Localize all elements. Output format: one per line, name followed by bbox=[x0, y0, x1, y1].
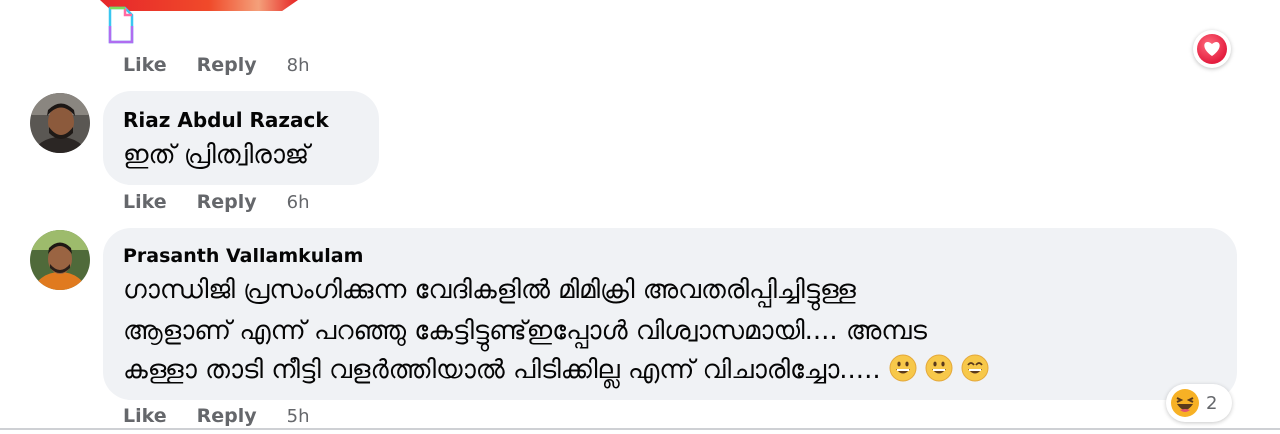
file-icon bbox=[107, 6, 135, 44]
comment-text-line: ആളാണ് എന്ന് പറഞ്ഞു കേട്ടിട്ടുണ്ട്ഇപ്പോൾ … bbox=[123, 316, 927, 346]
reply-button[interactable]: Reply bbox=[197, 54, 257, 76]
reply-button[interactable]: Reply bbox=[197, 191, 257, 213]
grinning-emoji-icon bbox=[889, 354, 917, 382]
reaction-summary[interactable]: 2 bbox=[1166, 384, 1232, 422]
comment-time[interactable]: 5h bbox=[287, 406, 310, 427]
comment-actions: Like Reply 6h bbox=[123, 191, 310, 213]
comment-text-line: കള്ളാ താടി നീട്ടി വളർത്തിയാൽ പിടിക്കില്ല… bbox=[123, 355, 881, 385]
comment-text-line-with-emojis: കള്ളാ താടി നീട്ടി വളർത്തിയാൽ പിടിക്കില്ല… bbox=[123, 354, 989, 386]
avatar[interactable] bbox=[30, 93, 90, 153]
reply-button[interactable]: Reply bbox=[197, 405, 257, 427]
reaction-summary[interactable] bbox=[1193, 30, 1231, 68]
heart-reaction-icon bbox=[1197, 34, 1227, 64]
comment-time[interactable]: 6h bbox=[287, 192, 310, 213]
comment-time[interactable]: 8h bbox=[287, 55, 310, 76]
like-button[interactable]: Like bbox=[123, 405, 167, 427]
comment-actions: Like Reply 5h bbox=[123, 405, 310, 427]
comment-author[interactable]: Prasanth Vallamkulam bbox=[123, 245, 363, 267]
like-button[interactable]: Like bbox=[123, 191, 167, 213]
comment-actions: Like Reply 8h bbox=[123, 54, 310, 76]
grinning-emoji-icon bbox=[925, 354, 953, 382]
comment-text-line: ഗാന്ധിജി പ്രസംഗിക്കുന്ന വേദികളിൽ മിമിക്ര… bbox=[123, 275, 856, 305]
reaction-count: 2 bbox=[1206, 392, 1218, 414]
comment-author[interactable]: Riaz Abdul Razack bbox=[123, 108, 329, 132]
laughing-reaction-icon bbox=[1171, 389, 1199, 417]
comment-text: ഇത് പ്രിത്വിരാജ് bbox=[123, 140, 310, 170]
like-button[interactable]: Like bbox=[123, 54, 167, 76]
divider bbox=[0, 428, 1280, 430]
avatar[interactable] bbox=[30, 230, 90, 290]
smiling-eyes-emoji-icon bbox=[961, 354, 989, 382]
